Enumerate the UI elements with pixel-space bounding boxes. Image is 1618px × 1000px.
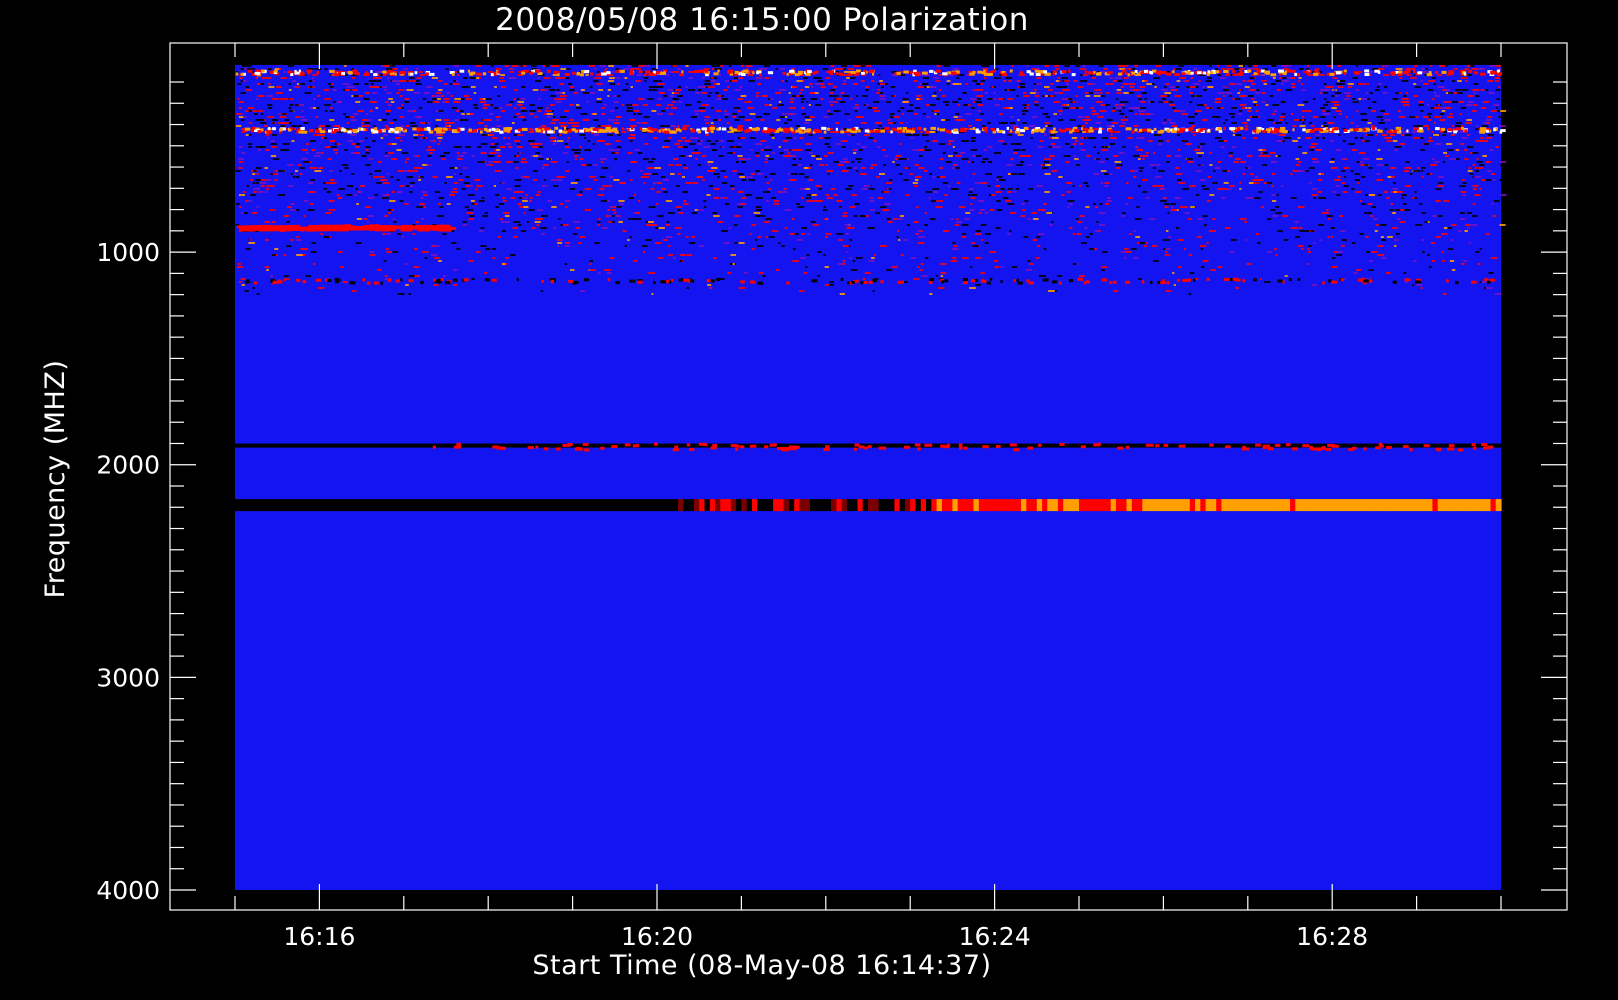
chart-title: 2008/05/08 16:15:00 Polarization <box>495 2 1029 38</box>
y-tick-label: 2000 <box>96 451 160 480</box>
x-tick-label: 16:20 <box>621 922 693 951</box>
y-axis-title: Frequency (MHZ) <box>40 360 71 599</box>
heatmap-background <box>235 65 1501 890</box>
y-tick-label: 3000 <box>96 663 160 692</box>
heatmap-plot-area <box>235 65 1507 890</box>
y-tick-label: 4000 <box>96 876 160 905</box>
x-axis-title: Start Time (08-May-08 16:14:37) <box>532 950 991 981</box>
x-tick-label: 16:16 <box>283 922 355 951</box>
x-tick-label: 16:28 <box>1296 922 1368 951</box>
y-tick-label: 1000 <box>96 238 160 267</box>
spectrogram-chart: 2008/05/08 16:15:00 Polarization Start T… <box>0 0 1618 1000</box>
x-tick-label: 16:24 <box>959 922 1031 951</box>
